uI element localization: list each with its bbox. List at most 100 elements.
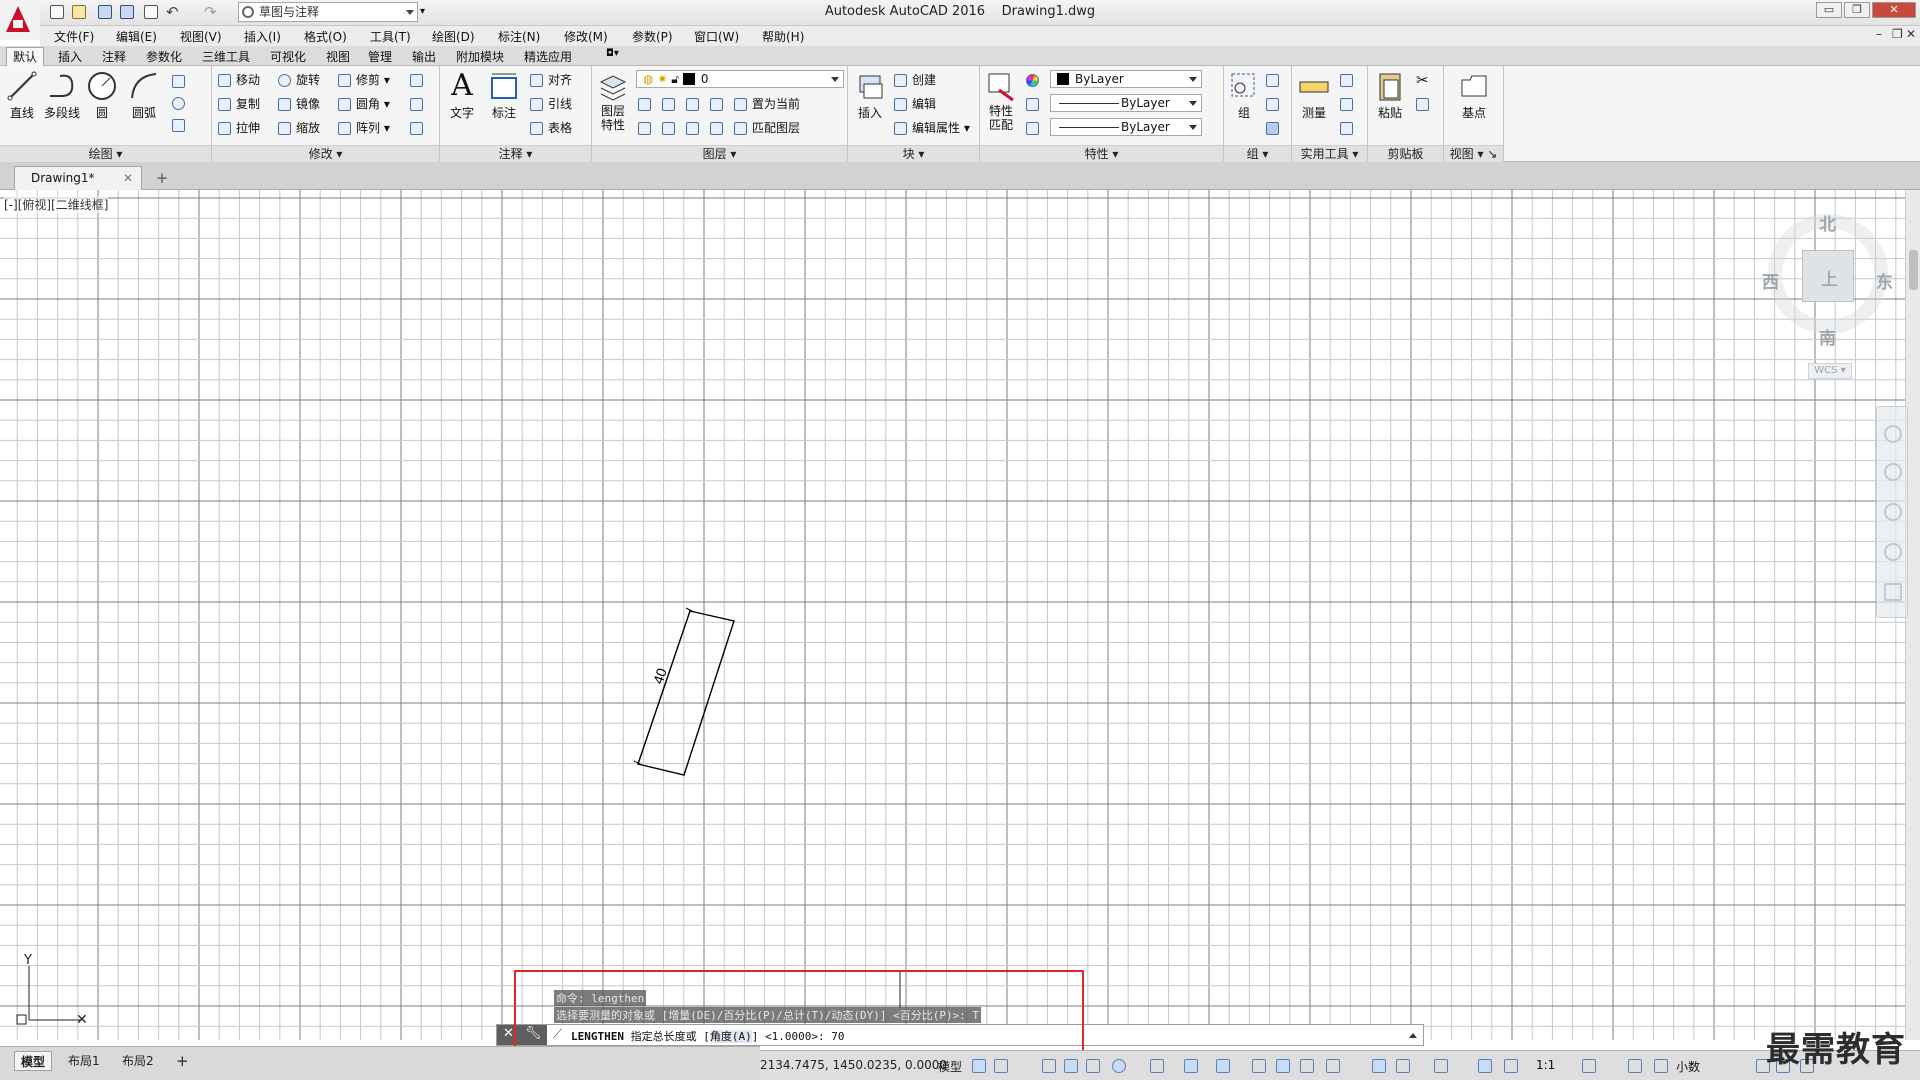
layer-thaw-tool[interactable] [684, 119, 704, 137]
new-file-icon[interactable] [48, 3, 66, 21]
dynamic-ucs-icon[interactable] [1372, 1059, 1386, 1073]
auto-scale-icon[interactable] [1504, 1059, 1518, 1073]
menu-edit[interactable]: 编辑(E) [116, 28, 157, 45]
zoom-icon[interactable] [1884, 503, 1902, 521]
menu-help[interactable]: 帮助(H) [762, 28, 804, 45]
viewcube-south[interactable]: 南 [1819, 324, 1836, 349]
viewcube-west[interactable]: 西 [1762, 268, 1779, 293]
base-point-tool[interactable]: 基点 [1454, 70, 1494, 121]
menu-file[interactable]: 文件(F) [54, 28, 94, 45]
layer-lock-tool[interactable] [708, 95, 728, 113]
align-dimension-tool[interactable]: 对齐 [528, 71, 572, 89]
units-display[interactable]: 小数 [1676, 1058, 1700, 1075]
layer-dropdown[interactable]: ◍ ✷ 🔓︎ 0 [636, 70, 844, 88]
circle-tool[interactable]: 圆 [82, 70, 122, 121]
layer-unlock-tool[interactable] [708, 119, 728, 137]
mdi-close-icon[interactable]: ✕ [1906, 27, 1916, 41]
dimension-tool[interactable]: 标注 [484, 70, 524, 121]
edit-block-tool[interactable]: 编辑 [892, 95, 936, 113]
stretch-tool[interactable]: 拉伸 [216, 119, 260, 137]
drawing-canvas[interactable]: [-][俯视][二维线框] 40 Y ✕ [0, 190, 1905, 1040]
set-current-tool[interactable]: 置为当前 [732, 95, 800, 113]
tab-layout1[interactable]: 布局1 [62, 1051, 106, 1071]
explode-tool[interactable] [408, 95, 428, 113]
tab-visualize[interactable]: 可视化 [264, 48, 312, 66]
tab-view[interactable]: 视图 [320, 48, 356, 66]
panel-modify-title[interactable]: 修改 ▾ [212, 145, 439, 162]
selection-filter-icon[interactable] [1396, 1059, 1410, 1073]
layer-on-tool[interactable] [636, 119, 656, 137]
new-tab-button[interactable]: + [152, 170, 172, 188]
open-file-icon[interactable] [70, 3, 88, 21]
object-snap-icon[interactable] [1216, 1059, 1230, 1073]
viewcube-face[interactable]: 上 [1802, 250, 1854, 302]
ribbon-minimize-icon[interactable]: ◘▾ [600, 48, 625, 66]
steering-wheel-icon[interactable] [1884, 425, 1902, 443]
tab-annotate[interactable]: 注释 [96, 48, 132, 66]
tab-model[interactable]: 模型 [14, 1051, 53, 1071]
menu-insert[interactable]: 插入(I) [244, 28, 281, 45]
workspace-select[interactable]: 草图与注释 [238, 2, 418, 22]
tab-addins[interactable]: 附加模块 [450, 48, 510, 66]
rectangle-tool[interactable] [170, 72, 190, 90]
ortho-mode-icon[interactable] [1086, 1059, 1100, 1073]
mdi-minimize-icon[interactable]: – [1876, 27, 1882, 41]
menu-modify[interactable]: 修改(M) [564, 28, 608, 45]
ungroup-tool[interactable] [1264, 71, 1284, 89]
menu-parametric[interactable]: 参数(P) [632, 28, 673, 45]
erase-tool[interactable] [408, 71, 428, 89]
menu-tools[interactable]: 工具(T) [370, 28, 411, 45]
copy-clip-tool[interactable] [1414, 95, 1434, 113]
layer-isolate-tool[interactable] [660, 95, 680, 113]
grid-display-icon[interactable] [972, 1059, 986, 1073]
table-tool[interactable]: 表格 [528, 119, 572, 137]
infer-constraints-icon[interactable] [1042, 1059, 1056, 1073]
close-tab-icon[interactable]: ✕ [123, 167, 133, 189]
isodraft-icon[interactable] [1150, 1059, 1164, 1073]
trim-tool[interactable]: 修剪 ▾ [336, 71, 390, 89]
rectangle-object[interactable] [637, 610, 735, 776]
workspace-switch-icon[interactable] [1582, 1059, 1596, 1073]
hatch-tool[interactable] [170, 94, 190, 112]
annotation-scale[interactable]: 1:1 [1536, 1058, 1555, 1072]
orbit-icon[interactable] [1884, 543, 1902, 561]
tab-output[interactable]: 输出 [406, 48, 442, 66]
redo-icon[interactable]: ↷ [204, 3, 222, 21]
lineweight-dropdown[interactable]: ByLayer [1050, 94, 1202, 112]
object-snap-tracking-icon[interactable] [1184, 1059, 1198, 1073]
mirror-tool[interactable]: 镜像 [276, 95, 320, 113]
panel-block-title[interactable]: 块 ▾ [848, 145, 979, 162]
group-selection-tool[interactable] [1264, 119, 1284, 137]
snap-mode-icon[interactable] [994, 1059, 1008, 1073]
dynamic-input-icon[interactable] [1064, 1059, 1078, 1073]
polar-tracking-icon[interactable] [1112, 1059, 1126, 1073]
match-properties-tool[interactable]: 特性 匹配 [982, 70, 1020, 132]
mdi-restore-icon[interactable]: ❐ [1892, 27, 1903, 41]
fillet-tool[interactable]: 圆角 ▾ [336, 95, 390, 113]
rotate-tool[interactable]: 旋转 [276, 71, 320, 89]
group-tool[interactable]: 组 [1226, 70, 1262, 121]
selection-cycling-icon[interactable] [1300, 1059, 1314, 1073]
add-layout-button[interactable]: + [170, 1051, 195, 1071]
tab-parametric[interactable]: 参数化 [140, 48, 188, 66]
layer-properties-tool[interactable]: 图层 特性 [594, 70, 632, 132]
annotation-visibility-icon[interactable] [1478, 1059, 1492, 1073]
qat-dropdown-icon[interactable]: ▾ [420, 3, 438, 21]
tab-3d-tools[interactable]: 三维工具 [196, 48, 256, 66]
undo-icon[interactable]: ↶ [166, 3, 184, 21]
quick-select-tool[interactable] [1338, 71, 1358, 89]
measure-tool[interactable]: 测量 [1294, 70, 1334, 121]
calculator-tool[interactable] [1338, 119, 1358, 137]
viewcube-north[interactable]: 北 [1819, 210, 1836, 235]
copy-tool[interactable]: 复制 [216, 95, 260, 113]
line-tool[interactable]: 直线 [2, 70, 42, 121]
wcs-menu[interactable]: WCS ▾ [1808, 363, 1852, 379]
panel-groups-title[interactable]: 组 ▾ [1224, 145, 1291, 162]
linetype-dropdown[interactable]: ByLayer [1050, 118, 1202, 136]
document-tab[interactable]: Drawing1* ✕ [14, 166, 142, 190]
tab-layout2[interactable]: 布局2 [116, 1051, 160, 1071]
transparency-icon[interactable] [1276, 1059, 1290, 1073]
polyline-tool[interactable]: 多段线 [42, 70, 82, 121]
pan-icon[interactable] [1884, 463, 1902, 481]
tab-insert[interactable]: 插入 [52, 48, 88, 66]
